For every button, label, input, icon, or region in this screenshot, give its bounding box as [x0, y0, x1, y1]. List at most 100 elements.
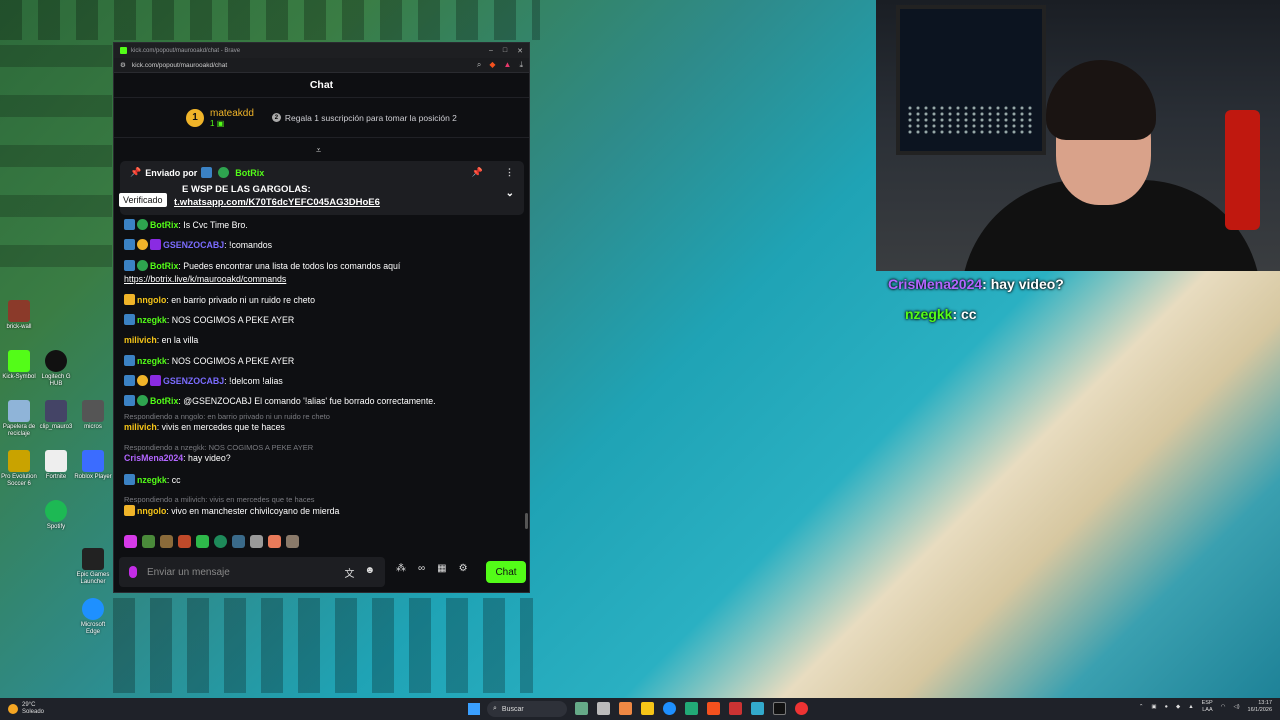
tray-app-icon[interactable]: ▣: [1151, 704, 1156, 711]
emote-icon[interactable]: [196, 535, 209, 548]
chat-username[interactable]: nngolo: [137, 506, 166, 516]
app-icon[interactable]: [619, 702, 632, 715]
taskbar-search[interactable]: ⌕ Buscar: [487, 701, 567, 717]
zoom-icon[interactable]: ⌕: [477, 60, 481, 70]
tray-app-icon[interactable]: ●: [1165, 704, 1168, 711]
explorer-icon[interactable]: [641, 702, 654, 715]
clip-icon[interactable]: clip_mauro3: [37, 400, 75, 431]
overlay-chat-line: nzegkk: cc: [905, 306, 977, 322]
maximize-icon[interactable]: □: [503, 47, 507, 55]
windows-start-icon[interactable]: [468, 703, 480, 715]
chat-username[interactable]: CrisMena2024: [124, 453, 183, 463]
unpin-icon[interactable]: 📌: [472, 167, 483, 178]
spotify-icon[interactable]: Spotify: [37, 500, 75, 531]
brick-wall-icon[interactable]: brick-wall: [0, 300, 38, 331]
chat-message: CrisMena2024: hay video?: [124, 453, 231, 464]
gift-leaderboard[interactable]: 1 mateakdd 1 ▣ 2 Regala 1 suscripción pa…: [114, 98, 529, 138]
chat-username[interactable]: BotRix: [150, 220, 178, 230]
emote-icon[interactable]: [250, 535, 263, 548]
roblox-icon[interactable]: Roblox Player: [74, 450, 112, 481]
site-settings-icon[interactable]: ⚙: [120, 61, 126, 69]
emote-icon[interactable]: [232, 535, 245, 548]
emote-icon[interactable]: [214, 535, 227, 548]
task-view-icon[interactable]: [597, 702, 610, 715]
settings-icon[interactable]: ⚙: [459, 563, 468, 574]
weather-temp: 29°C: [22, 702, 36, 708]
tray-chevron-icon[interactable]: ⌃: [1139, 704, 1144, 711]
brave-shield-icon[interactable]: ◆: [489, 60, 495, 70]
rewards-icon[interactable]: ▲: [504, 60, 512, 70]
verified-badge-icon[interactable]: [218, 167, 230, 178]
app-icon[interactable]: [685, 702, 698, 715]
store-icon[interactable]: ▦: [437, 563, 446, 574]
weather-widget[interactable]: 29°C Soleado: [8, 702, 44, 716]
emote-icon[interactable]: [286, 535, 299, 548]
gift-cta[interactable]: 2 Regala 1 suscripción para tomar la pos…: [271, 112, 457, 123]
capcut-icon[interactable]: [773, 702, 786, 715]
pes6-icon[interactable]: Pro Evolution Soccer 6: [0, 450, 38, 488]
chat-username[interactable]: milivich: [124, 335, 157, 345]
commands-link[interactable]: https://botrix.live/k/maurooakd/commands: [124, 274, 286, 285]
app-icon[interactable]: [751, 702, 764, 715]
expand-chevron-icon[interactable]: ⌄: [506, 187, 514, 200]
whatsapp-link[interactable]: t.whatsapp.com/K70T6dcYEFC045AG3DHoE6: [130, 197, 380, 208]
gift-text: Regala 1 suscripción para tomar la posic…: [284, 112, 457, 123]
reply-context: Respondiendo a nngolo: en barrio privado…: [124, 412, 330, 421]
wifi-icon[interactable]: ◠: [1221, 704, 1226, 711]
chat-username[interactable]: nzegkk: [137, 315, 167, 325]
chat-username[interactable]: GSENZOCABJ: [163, 240, 224, 250]
chat-username[interactable]: GSENZOCABJ: [163, 376, 224, 386]
infinity-icon[interactable]: ∞: [418, 563, 425, 574]
fortnite-icon[interactable]: Fortnite: [37, 450, 75, 481]
language-indicator[interactable]: ESP LAA: [1202, 700, 1213, 714]
verified-badge-icon: [137, 395, 148, 406]
translate-icon[interactable]: 文: [344, 565, 354, 580]
download-icon[interactable]: ⤓: [519, 60, 523, 70]
emote-icon[interactable]: [178, 535, 191, 548]
moderator-badge-icon: [124, 239, 135, 250]
pinned-author[interactable]: BotRix: [235, 168, 264, 178]
message-input[interactable]: Enviar un mensaje 文 ☻: [119, 557, 385, 587]
app-icon[interactable]: [729, 702, 742, 715]
kick-icon[interactable]: Kick-Symbol: [0, 350, 38, 381]
minimize-icon[interactable]: –: [489, 47, 493, 55]
more-options-icon[interactable]: ⋮: [505, 167, 514, 178]
brave-taskbar-icon[interactable]: [707, 702, 720, 715]
volume-icon[interactable]: ◁): [1233, 704, 1239, 711]
chat-username[interactable]: milivich: [124, 422, 157, 432]
chat-scrollbar[interactable]: [525, 513, 528, 529]
send-chat-button[interactable]: Chat: [486, 561, 526, 583]
search-icon: ⌕: [493, 705, 497, 712]
chat-text: : NOS COGIMOS A PEKE AYER: [166, 356, 295, 366]
emoji-icon[interactable]: ☻: [364, 565, 375, 580]
emote-icon[interactable]: [268, 535, 281, 548]
tray-app-icon[interactable]: ▲: [1188, 704, 1193, 711]
chat-username[interactable]: BotRix: [150, 261, 178, 271]
close-icon[interactable]: ✕: [517, 47, 523, 55]
edge-icon[interactable]: Microsoft Edge: [74, 598, 112, 636]
points-icon[interactable]: ⁂: [396, 563, 406, 574]
chat-username[interactable]: BotRix: [150, 396, 178, 406]
clock[interactable]: 13:17 16/1/2026: [1248, 700, 1272, 714]
app-icon[interactable]: [575, 702, 588, 715]
tray-app-icon[interactable]: ◆: [1176, 704, 1180, 711]
epic-games-icon[interactable]: Epic Games Launcher: [74, 548, 112, 586]
address-bar[interactable]: ⚙ kick.com/popout/maurooakd/chat ⌕ ◆ ▲ ⤓: [114, 58, 529, 73]
logitech-icon[interactable]: Logitech G HUB: [37, 350, 75, 388]
obs-icon[interactable]: [795, 702, 808, 715]
weather-desc: Soleado: [22, 709, 45, 715]
recycle-bin-icon[interactable]: Papelera de reciclaje: [0, 400, 38, 438]
chat-text: : Is Cvc Time Bro.: [178, 220, 248, 230]
system-tray: ⌃ ▣ ● ◆ ▲ ESP LAA ◠ ◁) 13:17 16/1/2026: [1139, 700, 1272, 714]
chat-username[interactable]: nzegkk: [137, 356, 167, 366]
microphone-icon[interactable]: [129, 566, 137, 578]
emote-icon[interactable]: [160, 535, 173, 548]
collapse-pinned-icon[interactable]: ⩡: [316, 145, 321, 156]
chat-username[interactable]: nzegkk: [137, 475, 167, 485]
edge-taskbar-icon[interactable]: [663, 702, 676, 715]
emote-icon[interactable]: [142, 535, 155, 548]
emote-icon[interactable]: [124, 535, 137, 548]
chat-username[interactable]: nngolo: [137, 295, 166, 305]
micros-icon[interactable]: micros: [74, 400, 112, 431]
pinned-message[interactable]: 📌 Enviado por BotRix 📌 ⋮ E WSP DE LAS GAR…: [120, 161, 524, 215]
